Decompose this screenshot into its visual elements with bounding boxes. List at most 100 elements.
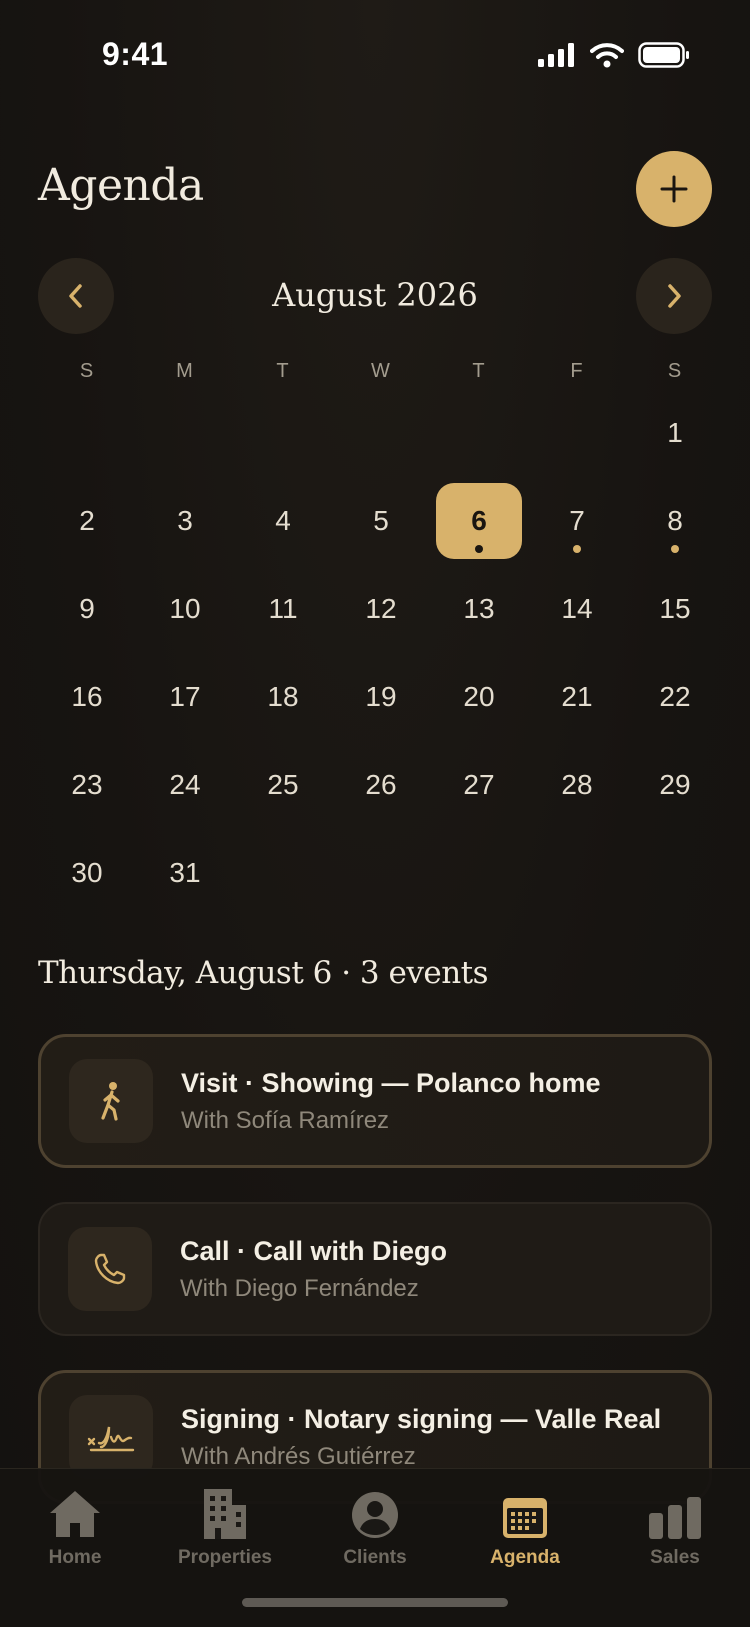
calendar-day[interactable]: 21 bbox=[528, 659, 626, 747]
wifi-icon bbox=[590, 43, 624, 68]
tab-agenda[interactable]: Agenda bbox=[450, 1481, 600, 1569]
day-number: 17 bbox=[169, 681, 201, 712]
day-number: 22 bbox=[659, 681, 691, 712]
day-number: 13 bbox=[463, 593, 495, 624]
day-number: 11 bbox=[268, 593, 298, 624]
phone-icon bbox=[94, 1253, 126, 1285]
home-indicator bbox=[242, 1598, 508, 1607]
calendar-day[interactable]: 14 bbox=[528, 571, 626, 659]
day-number: 16 bbox=[71, 681, 103, 712]
weekday-label: M bbox=[176, 360, 194, 382]
plus-icon bbox=[660, 175, 688, 203]
next-month-button[interactable] bbox=[636, 258, 712, 334]
day-number: 20 bbox=[463, 681, 495, 712]
calendar-day[interactable]: 11 bbox=[234, 571, 332, 659]
calendar-day[interactable]: 31 bbox=[136, 835, 234, 923]
event-indicator-dot bbox=[573, 545, 581, 553]
day-number: 6 bbox=[471, 505, 487, 536]
status-time: 9:41 bbox=[102, 36, 169, 72]
calendar-day[interactable]: 17 bbox=[136, 659, 234, 747]
event-indicator-dot bbox=[475, 545, 483, 553]
event-indicator-dot bbox=[671, 545, 679, 553]
day-number: 8 bbox=[667, 505, 683, 536]
tab-home[interactable]: Home bbox=[0, 1481, 150, 1569]
calendar-day[interactable]: 25 bbox=[234, 747, 332, 835]
weekday-label: S bbox=[79, 360, 95, 382]
tab-label: Sales bbox=[650, 1547, 700, 1568]
day-number: 12 bbox=[365, 593, 397, 624]
day-number: 3 bbox=[177, 505, 193, 536]
cellular-signal-icon bbox=[538, 43, 574, 67]
day-number: 15 bbox=[659, 593, 691, 624]
calendar-icon bbox=[503, 1498, 547, 1538]
calendar-day[interactable]: 29 bbox=[626, 747, 724, 835]
calendar-day[interactable]: 22 bbox=[626, 659, 724, 747]
event-subtitle: With Sofía Ramírez bbox=[181, 1106, 390, 1134]
day-number: 19 bbox=[365, 681, 397, 712]
calendar-blank-cell bbox=[136, 395, 234, 483]
add-event-button[interactable] bbox=[636, 151, 712, 227]
chevron-right-icon bbox=[668, 284, 681, 308]
calendar-day[interactable]: 24 bbox=[136, 747, 234, 835]
day-number: 24 bbox=[169, 769, 201, 800]
battery-icon bbox=[638, 42, 689, 68]
calendar-day[interactable]: 13 bbox=[430, 571, 528, 659]
agenda-screen: 9:41 Agenda August 2026 S M T W T F S 1 … bbox=[0, 0, 750, 1627]
day-number: 29 bbox=[659, 769, 691, 800]
calendar-day[interactable]: 4 bbox=[234, 483, 332, 571]
tab-label: Home bbox=[48, 1547, 102, 1568]
calendar-day[interactable]: 8 bbox=[626, 483, 724, 571]
calendar-day[interactable]: 26 bbox=[332, 747, 430, 835]
calendar-day[interactable]: 1 bbox=[626, 395, 724, 483]
calendar-day[interactable]: 10 bbox=[136, 571, 234, 659]
event-icon-container bbox=[69, 1395, 153, 1479]
day-number: 21 bbox=[561, 681, 593, 712]
calendar-day[interactable]: 28 bbox=[528, 747, 626, 835]
event-subtitle: With Diego Fernández bbox=[180, 1274, 419, 1302]
calendar-day-selected[interactable]: 6 bbox=[430, 483, 528, 571]
calendar-day[interactable]: 27 bbox=[430, 747, 528, 835]
day-number: 25 bbox=[267, 769, 299, 800]
day-number: 9 bbox=[79, 593, 95, 624]
event-card[interactable]: Call · Call with Diego With Diego Fernán… bbox=[38, 1202, 712, 1336]
tab-label: Properties bbox=[178, 1547, 272, 1568]
calendar-blank-cell bbox=[38, 395, 136, 483]
day-number: 5 bbox=[373, 505, 389, 536]
calendar-blank-cell bbox=[430, 395, 528, 483]
calendar-day[interactable]: 9 bbox=[38, 571, 136, 659]
calendar-day[interactable]: 16 bbox=[38, 659, 136, 747]
weekday-label: F bbox=[570, 360, 584, 382]
tab-properties[interactable]: Properties bbox=[150, 1481, 300, 1569]
day-number: 1 bbox=[667, 417, 683, 448]
calendar-day[interactable]: 3 bbox=[136, 483, 234, 571]
day-number: 18 bbox=[267, 681, 299, 712]
event-card[interactable]: Visit · Showing — Polanco home With Sofí… bbox=[38, 1034, 712, 1168]
calendar-day[interactable]: 2 bbox=[38, 483, 136, 571]
calendar-day[interactable]: 19 bbox=[332, 659, 430, 747]
day-number: 31 bbox=[169, 857, 201, 888]
event-title: Signing · Notary signing — Valle Real bbox=[181, 1403, 662, 1434]
calendar-day[interactable]: 30 bbox=[38, 835, 136, 923]
tab-clients[interactable]: Clients bbox=[300, 1481, 450, 1569]
selected-day-heading: Thursday, August 6 · 3 events bbox=[38, 955, 489, 991]
calendar-day[interactable]: 15 bbox=[626, 571, 724, 659]
day-number: 10 bbox=[169, 593, 201, 624]
calendar-blank-cell bbox=[528, 395, 626, 483]
calendar-day[interactable]: 18 bbox=[234, 659, 332, 747]
calendar-day[interactable]: 12 bbox=[332, 571, 430, 659]
calendar-day[interactable]: 23 bbox=[38, 747, 136, 835]
calendar-day[interactable]: 20 bbox=[430, 659, 528, 747]
calendar-blank-cell bbox=[332, 395, 430, 483]
tab-sales[interactable]: Sales bbox=[600, 1481, 750, 1569]
calendar-day[interactable]: 5 bbox=[332, 483, 430, 571]
event-title: Call · Call with Diego bbox=[180, 1235, 448, 1266]
day-number: 23 bbox=[71, 769, 103, 800]
weekday-label: T bbox=[276, 360, 290, 382]
house-icon bbox=[50, 1491, 100, 1537]
calendar-day[interactable]: 7 bbox=[528, 483, 626, 571]
day-number: 14 bbox=[561, 593, 593, 624]
weekday-header-row: S M T W T F S bbox=[38, 360, 724, 383]
tab-label: Clients bbox=[343, 1547, 407, 1568]
page-title: Agenda bbox=[38, 160, 204, 211]
event-title: Visit · Showing — Polanco home bbox=[181, 1067, 601, 1098]
